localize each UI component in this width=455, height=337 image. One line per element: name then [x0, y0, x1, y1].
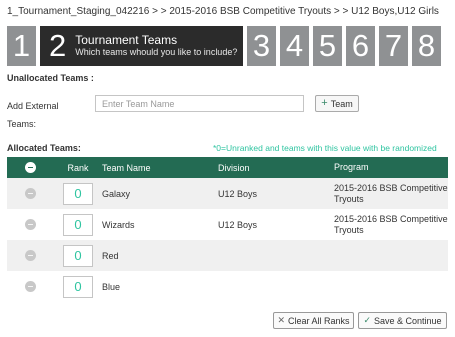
- add-team-label: Team: [330, 98, 353, 109]
- rank-input[interactable]: 0: [63, 213, 93, 236]
- clear-all-ranks-label: Clear All Ranks: [288, 315, 350, 326]
- allocated-heading: Allocated Teams:: [7, 143, 81, 153]
- table-row: 0 Galaxy U12 Boys 2015-2016 BSB Competit…: [7, 178, 448, 209]
- rank-input[interactable]: 0: [63, 182, 93, 205]
- rank-cell: 0: [54, 275, 102, 298]
- breadcrumb: 1_Tournament_Staging_042216 > > 2015-201…: [7, 6, 439, 17]
- program-cell: 2015-2016 BSB Competitive Tryouts: [334, 182, 448, 204]
- rank-input[interactable]: 0: [63, 244, 93, 267]
- wizard-steps: 1 2 Tournament Teams Which teams whould …: [7, 26, 448, 66]
- team-name-input[interactable]: [95, 95, 304, 112]
- step-3[interactable]: 3: [247, 26, 276, 66]
- step-number: 2: [49, 28, 67, 63]
- save-continue-label: Save & Continue: [374, 315, 442, 326]
- remove-cell: [7, 219, 54, 230]
- col-division: Division: [218, 162, 250, 173]
- external-teams-label: Add External Teams:: [7, 101, 59, 129]
- step-titles: Tournament Teams Which teams whould you …: [75, 34, 237, 58]
- remove-icon[interactable]: [25, 188, 36, 199]
- step-subtitle: Which teams whould you like to include?: [75, 47, 238, 57]
- team-name-cell: Red: [102, 250, 119, 261]
- col-rank: Rank: [67, 162, 89, 173]
- team-name-cell: Wizards: [102, 219, 135, 230]
- step-7[interactable]: 7: [379, 26, 408, 66]
- close-icon: ✕: [277, 315, 285, 325]
- step-title: Tournament Teams: [75, 33, 178, 47]
- remove-all-icon[interactable]: [25, 162, 36, 173]
- remove-all-cell: [7, 162, 54, 173]
- unallocated-heading: Unallocated Teams :: [7, 73, 94, 83]
- table-row: 0 Red: [7, 240, 448, 271]
- allocated-teams-table: Rank Team Name Division Program 0 Galaxy…: [7, 157, 448, 302]
- division-cell: U12 Boys: [218, 188, 258, 199]
- division-cell: U12 Boys: [218, 219, 258, 230]
- remove-icon[interactable]: [25, 219, 36, 230]
- save-continue-button[interactable]: ✓ Save & Continue: [358, 312, 447, 329]
- add-team-button[interactable]: + Team: [315, 95, 359, 112]
- col-program: Program: [334, 162, 369, 172]
- rank-cell: 0: [54, 244, 102, 267]
- step-4[interactable]: 4: [280, 26, 309, 66]
- col-team-name: Team Name: [102, 162, 151, 173]
- step-5[interactable]: 5: [313, 26, 342, 66]
- remove-cell: [7, 188, 54, 199]
- table-row: 0 Blue: [7, 271, 448, 302]
- remove-cell: [7, 250, 54, 261]
- rank-cell: 0: [54, 213, 102, 236]
- check-icon: ✓: [363, 315, 371, 325]
- plus-icon: +: [321, 97, 328, 109]
- table-header: Rank Team Name Division Program: [7, 157, 448, 178]
- table-row: 0 Wizards U12 Boys 2015-2016 BSB Competi…: [7, 209, 448, 240]
- remove-cell: [7, 281, 54, 292]
- rank-cell: 0: [54, 182, 102, 205]
- rank-note: *0=Unranked and teams with this value wi…: [213, 143, 437, 153]
- team-name-cell: Galaxy: [102, 188, 131, 199]
- team-name-cell: Blue: [102, 281, 121, 292]
- step-6[interactable]: 6: [346, 26, 375, 66]
- step-8[interactable]: 8: [412, 26, 441, 66]
- step-2-active[interactable]: 2 Tournament Teams Which teams whould yo…: [40, 26, 243, 66]
- step-1[interactable]: 1: [7, 26, 36, 66]
- remove-icon[interactable]: [25, 250, 36, 261]
- remove-icon[interactable]: [25, 281, 36, 292]
- clear-all-ranks-button[interactable]: ✕ Clear All Ranks: [273, 312, 354, 329]
- program-cell: 2015-2016 BSB Competitive Tryouts: [334, 213, 448, 235]
- rank-input[interactable]: 0: [63, 275, 93, 298]
